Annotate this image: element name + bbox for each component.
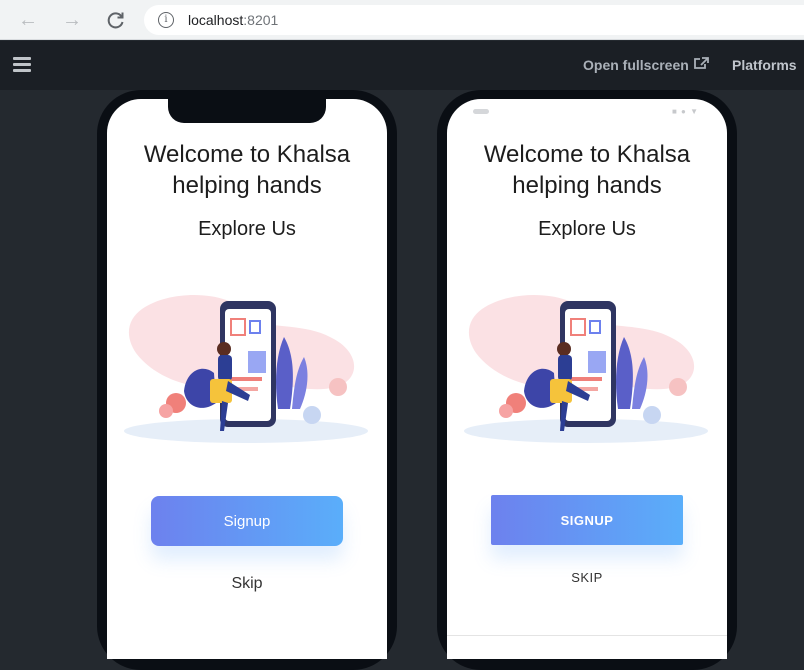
status-bar-icons: ■ ● ▼ [671,107,699,116]
skip-link[interactable]: SKIP [447,570,727,585]
welcome-title-line2: helping hands [172,172,322,199]
url-host: localhost [188,12,244,28]
welcome-title-line1: Welcome to Khalsa [483,141,691,168]
status-bar-pill [473,109,489,114]
arrow-left-icon[interactable]: ← [16,8,40,32]
hamburger-menu-icon[interactable] [13,57,31,72]
url-port: :8201 [243,12,279,28]
ios-device-frame: Welcome to Khalsa helping hands Explore … [97,90,397,670]
ios-screen: Welcome to Khalsa helping hands Explore … [107,99,387,659]
open-fullscreen-label: Open fullscreen [583,57,689,73]
open-fullscreen-button[interactable]: Open fullscreen [583,57,709,73]
welcome-illustration [464,295,708,443]
welcome-title: Welcome to Khalsa helping hands [107,139,387,201]
external-link-icon [693,57,709,73]
address-bar[interactable]: i localhost:8201 [144,5,804,35]
explore-subtitle: Explore Us [538,218,636,240]
explore-subtitle: Explore Us [198,218,296,240]
welcome-illustration [124,295,368,443]
reload-icon[interactable] [104,8,128,32]
platforms-button[interactable]: Platforms [732,57,797,73]
divider [447,635,727,636]
welcome-title-line1: Welcome to Khalsa [143,141,351,168]
app-bar: Open fullscreen Platforms [0,41,804,90]
skip-link[interactable]: Skip [107,575,387,593]
android-screen: ■ ● ▼ Welcome to Khalsa helping hands Ex… [447,99,727,659]
arrow-right-icon[interactable]: → [60,8,84,32]
phone-notch [168,99,326,123]
signup-button[interactable]: SIGNUP [491,495,683,545]
android-device-frame: ■ ● ▼ Welcome to Khalsa helping hands Ex… [437,90,737,670]
signup-button[interactable]: Signup [151,496,343,546]
welcome-title-line2: helping hands [512,172,662,199]
welcome-title: Welcome to Khalsa helping hands [447,139,727,201]
info-icon[interactable]: i [158,12,174,28]
url-text: localhost:8201 [188,12,278,28]
browser-toolbar: ← → i localhost:8201 [0,0,804,40]
